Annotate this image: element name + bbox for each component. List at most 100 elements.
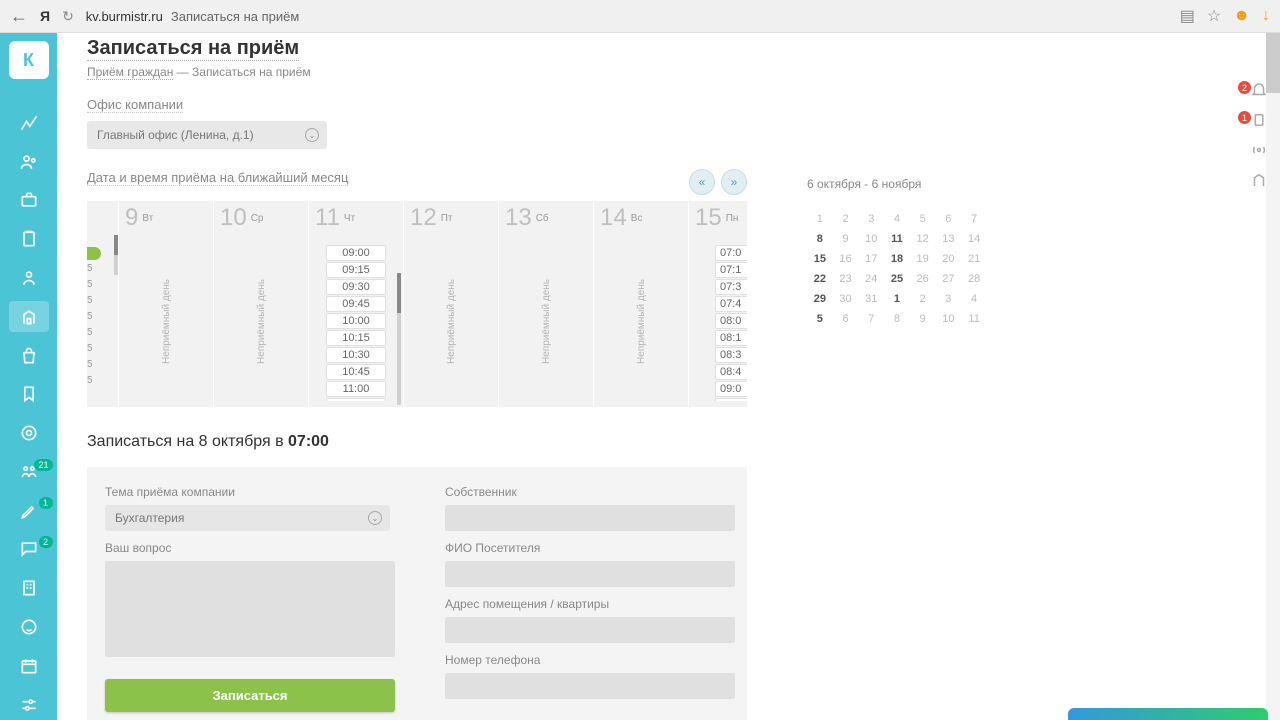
nav-edit-icon[interactable]: 1	[9, 495, 49, 526]
calendar-day[interactable]: 15	[807, 249, 833, 269]
prev-week-button[interactable]: «	[689, 169, 715, 195]
star-icon[interactable]: ☆	[1207, 6, 1221, 26]
browser-ya-icon[interactable]: Я	[40, 8, 50, 24]
calendar-day[interactable]: 9	[910, 309, 936, 329]
nav-settings-icon[interactable]	[9, 689, 49, 720]
nav-bag-icon[interactable]	[9, 340, 49, 371]
time-slot[interactable]: 07:0	[715, 245, 747, 261]
calendar-day[interactable]: 10	[858, 229, 884, 249]
address-input[interactable]	[445, 617, 735, 643]
calendar-day[interactable]: 10	[936, 309, 962, 329]
submit-button[interactable]: Записаться	[105, 679, 395, 712]
nav-target-icon[interactable]	[9, 418, 49, 449]
calendar-day[interactable]: 7	[961, 209, 987, 229]
nav-calendar-icon[interactable]	[9, 650, 49, 681]
browser-url[interactable]: kv.burmistr.ru Записаться на приём	[86, 9, 300, 24]
time-slot[interactable]: 11:00	[326, 381, 386, 397]
fio-input[interactable]	[445, 561, 735, 587]
nav-group-icon[interactable]: 21	[9, 457, 49, 488]
time-slot[interactable]: 08:0	[715, 313, 747, 329]
calendar-day[interactable]: 5	[910, 209, 936, 229]
time-slot[interactable]: 08:4	[715, 364, 747, 380]
time-slot[interactable]: 09:30	[326, 279, 386, 295]
calendar-day[interactable]: 9	[833, 229, 859, 249]
calendar-day[interactable]: 22	[807, 269, 833, 289]
time-slot[interactable]: 10:00	[326, 313, 386, 329]
nav-bookmark-icon[interactable]	[9, 379, 49, 410]
time-slot[interactable]: 09:00	[326, 245, 386, 261]
time-slot[interactable]: 08:1	[715, 330, 747, 346]
nav-person-icon[interactable]	[9, 263, 49, 294]
emoji-icon[interactable]: ☻	[1233, 7, 1250, 25]
calendar-day[interactable]: 1	[807, 209, 833, 229]
time-slot[interactable]: 10:15	[326, 330, 386, 346]
calendar-day[interactable]: 4	[884, 209, 910, 229]
time-slot[interactable]: 08:3	[715, 347, 747, 363]
calendar-day[interactable]: 2	[833, 209, 859, 229]
download-icon[interactable]: ↓	[1262, 7, 1270, 25]
calendar-day[interactable]: 31	[858, 289, 884, 309]
time-slot[interactable]: 09:15	[326, 262, 386, 278]
calendar-day[interactable]: 11	[961, 309, 987, 329]
calendar-day[interactable]: 25	[884, 269, 910, 289]
time-slot[interactable]: 09:1	[715, 398, 747, 401]
calendar-day[interactable]: 19	[910, 249, 936, 269]
calendar-day[interactable]: 3	[936, 289, 962, 309]
logo[interactable]: К	[9, 41, 49, 79]
calendar-day[interactable]: 2	[910, 289, 936, 309]
nav-face-icon[interactable]	[9, 612, 49, 643]
time-slot[interactable]: 10:45	[326, 364, 386, 380]
calendar-day[interactable]: 6	[936, 209, 962, 229]
breadcrumb-link[interactable]: Приём граждан	[87, 65, 173, 80]
calendar-day[interactable]: 30	[833, 289, 859, 309]
time-slot[interactable]: 09:45	[326, 296, 386, 312]
time-slot[interactable]: 07:3	[715, 279, 747, 295]
owner-input[interactable]	[445, 505, 735, 531]
calendar-day[interactable]: 14	[961, 229, 987, 249]
calendar-day[interactable]: 4	[961, 289, 987, 309]
nav-briefcase-icon[interactable]	[9, 185, 49, 216]
time-slot[interactable]: 10:30	[326, 347, 386, 363]
theme-select[interactable]: Бухгалтерия ⌄	[105, 505, 390, 531]
calendar-day[interactable]: 8	[807, 229, 833, 249]
nav-dashboard-icon[interactable]	[9, 107, 49, 138]
office-select[interactable]: Главный офис (Ленина, д.1) ⌄	[87, 121, 327, 149]
calendar-table[interactable]: 1234567891011121314151617181920212223242…	[807, 209, 987, 329]
calendar-day[interactable]: 18	[884, 249, 910, 269]
calendar-day[interactable]: 24	[858, 269, 884, 289]
question-textarea[interactable]	[105, 561, 395, 657]
calendar-day[interactable]: 6	[833, 309, 859, 329]
nav-appointment-icon[interactable]	[9, 301, 49, 332]
calendar-day[interactable]: 13	[936, 229, 962, 249]
calendar-day[interactable]: 23	[833, 269, 859, 289]
panel-icon[interactable]: ▤	[1180, 6, 1195, 26]
nav-users-icon[interactable]	[9, 146, 49, 177]
time-slot[interactable]: 07:1	[715, 262, 747, 278]
scrollbar[interactable]	[1266, 33, 1280, 720]
calendar-day[interactable]: 11	[884, 229, 910, 249]
calendar-day[interactable]: 17	[858, 249, 884, 269]
next-week-button[interactable]: »	[721, 169, 747, 195]
nav-building-icon[interactable]	[9, 573, 49, 604]
calendar-day[interactable]: 20	[936, 249, 962, 269]
calendar-day[interactable]: 26	[910, 269, 936, 289]
time-slot[interactable]: 11:15	[326, 398, 386, 401]
floating-widget[interactable]	[1068, 708, 1268, 720]
browser-refresh-icon[interactable]: ↻	[62, 8, 74, 25]
phone-input[interactable]	[445, 673, 735, 699]
calendar-day[interactable]: 12	[910, 229, 936, 249]
calendar-day[interactable]: 16	[833, 249, 859, 269]
calendar-day[interactable]: 29	[807, 289, 833, 309]
calendar-day[interactable]: 7	[858, 309, 884, 329]
nav-chat-icon[interactable]: 2	[9, 534, 49, 565]
calendar-day[interactable]: 5	[807, 309, 833, 329]
browser-back-icon[interactable]: ←	[10, 6, 28, 27]
calendar-day[interactable]: 21	[961, 249, 987, 269]
nav-clipboard-icon[interactable]	[9, 224, 49, 255]
calendar-day[interactable]: 3	[858, 209, 884, 229]
calendar-day[interactable]: 1	[884, 289, 910, 309]
time-slot[interactable]: 09:0	[715, 381, 747, 397]
calendar-day[interactable]: 8	[884, 309, 910, 329]
time-slot[interactable]: 07:4	[715, 296, 747, 312]
calendar-day[interactable]: 27	[936, 269, 962, 289]
